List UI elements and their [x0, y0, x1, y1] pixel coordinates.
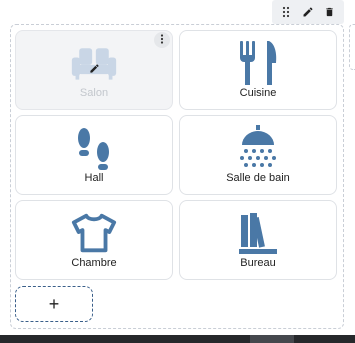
tile-cuisine[interactable]: Cuisine	[179, 30, 337, 110]
tile-label: Chambre	[71, 257, 117, 269]
add-room-button[interactable]: +	[15, 286, 93, 322]
books-icon	[234, 209, 282, 257]
tile-salle-de-bain[interactable]: Salle de bain	[179, 115, 337, 195]
tile-label: Cuisine	[239, 87, 277, 99]
adjacent-card-edge	[349, 24, 355, 70]
delete-card-button[interactable]	[319, 2, 339, 22]
shower-icon	[234, 124, 282, 172]
pencil-icon	[302, 6, 314, 18]
horizontal-scrollbar[interactable]	[0, 335, 355, 343]
drag-handle-button[interactable]	[277, 2, 297, 22]
tile-label: Salon	[79, 87, 109, 99]
tile-label: Hall	[84, 172, 104, 184]
scrollbar-thumb[interactable]	[250, 335, 294, 343]
page: Salon Cuisine Hall Salle de bain Chambre…	[0, 0, 355, 343]
tshirt-icon	[70, 209, 118, 257]
card-edit-toolbar	[272, 0, 344, 24]
tile-salon[interactable]: Salon	[15, 30, 173, 110]
tile-bureau[interactable]: Bureau	[179, 200, 337, 280]
fork-knife-icon	[234, 39, 282, 87]
tile-menu-button[interactable]	[154, 32, 170, 48]
pencil-icon	[87, 61, 101, 75]
tile-label: Salle de bain	[226, 172, 290, 184]
footprints-icon	[70, 124, 118, 172]
tile-hall[interactable]: Hall	[15, 115, 173, 195]
kebab-menu-icon	[160, 31, 164, 49]
tile-label: Bureau	[240, 257, 276, 269]
trash-icon	[324, 6, 335, 18]
edit-card-button[interactable]	[298, 2, 318, 22]
tile-chambre[interactable]: Chambre	[15, 200, 173, 280]
drag-handle-icon	[282, 6, 292, 18]
